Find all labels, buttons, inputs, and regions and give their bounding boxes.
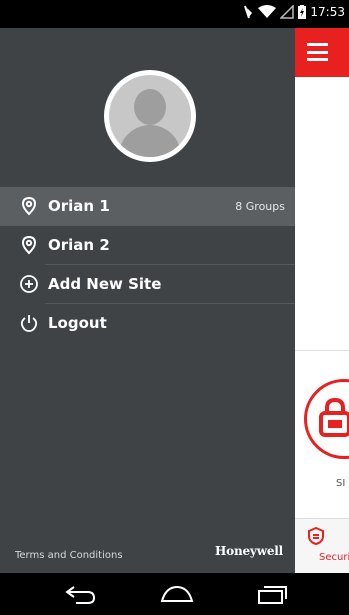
system-nav-bar bbox=[0, 573, 349, 615]
app-header bbox=[295, 28, 349, 77]
app-divider bbox=[295, 350, 349, 351]
battery-charging-icon bbox=[298, 5, 307, 19]
navigation-drawer: Orian 1 8 Groups Orian 2 Add New Site Lo… bbox=[0, 28, 295, 573]
background-app: SI Securi bbox=[295, 28, 349, 573]
groups-count: 8 Groups bbox=[235, 200, 285, 213]
terms-and-conditions-link[interactable]: Terms and Conditions bbox=[15, 550, 123, 561]
site-name: Orian 1 bbox=[48, 197, 110, 215]
site-item-orian-1[interactable]: Orian 1 8 Groups bbox=[0, 187, 295, 226]
lock-icon bbox=[319, 397, 349, 437]
avatar-head bbox=[134, 89, 166, 125]
avatar-placeholder bbox=[109, 75, 191, 157]
status-bar: 17:53 bbox=[0, 0, 349, 28]
shield-icon bbox=[308, 527, 324, 545]
site-item-orian-2[interactable]: Orian 2 bbox=[0, 226, 295, 265]
honeywell-logo: Honeywell bbox=[215, 544, 283, 558]
site-menu: Orian 1 8 Groups Orian 2 Add New Site Lo… bbox=[0, 187, 295, 343]
hamburger-menu-icon[interactable] bbox=[307, 43, 328, 61]
mute-icon bbox=[244, 5, 253, 19]
security-tab[interactable]: Securi bbox=[295, 518, 349, 573]
signal-icon bbox=[280, 5, 295, 19]
avatar-body bbox=[119, 125, 181, 157]
wifi-icon bbox=[258, 5, 277, 18]
status-icons: 17:53 bbox=[242, 5, 345, 19]
add-new-site-button[interactable]: Add New Site bbox=[0, 265, 295, 304]
location-pin-icon bbox=[21, 196, 37, 216]
avatar[interactable] bbox=[104, 70, 196, 162]
security-tab-label: Securi bbox=[319, 552, 349, 563]
logout-label: Logout bbox=[48, 314, 107, 332]
add-new-site-label: Add New Site bbox=[48, 275, 162, 293]
logout-button[interactable]: Logout bbox=[0, 304, 295, 343]
site-name: Orian 2 bbox=[48, 236, 110, 254]
home-icon[interactable] bbox=[160, 583, 194, 605]
security-card-label: SI bbox=[336, 478, 346, 489]
back-icon[interactable] bbox=[64, 583, 98, 605]
status-time: 17:53 bbox=[310, 5, 345, 19]
location-pin-icon bbox=[21, 235, 37, 255]
power-icon bbox=[20, 315, 38, 332]
add-circle-icon bbox=[20, 275, 38, 293]
recents-icon[interactable] bbox=[256, 583, 290, 605]
